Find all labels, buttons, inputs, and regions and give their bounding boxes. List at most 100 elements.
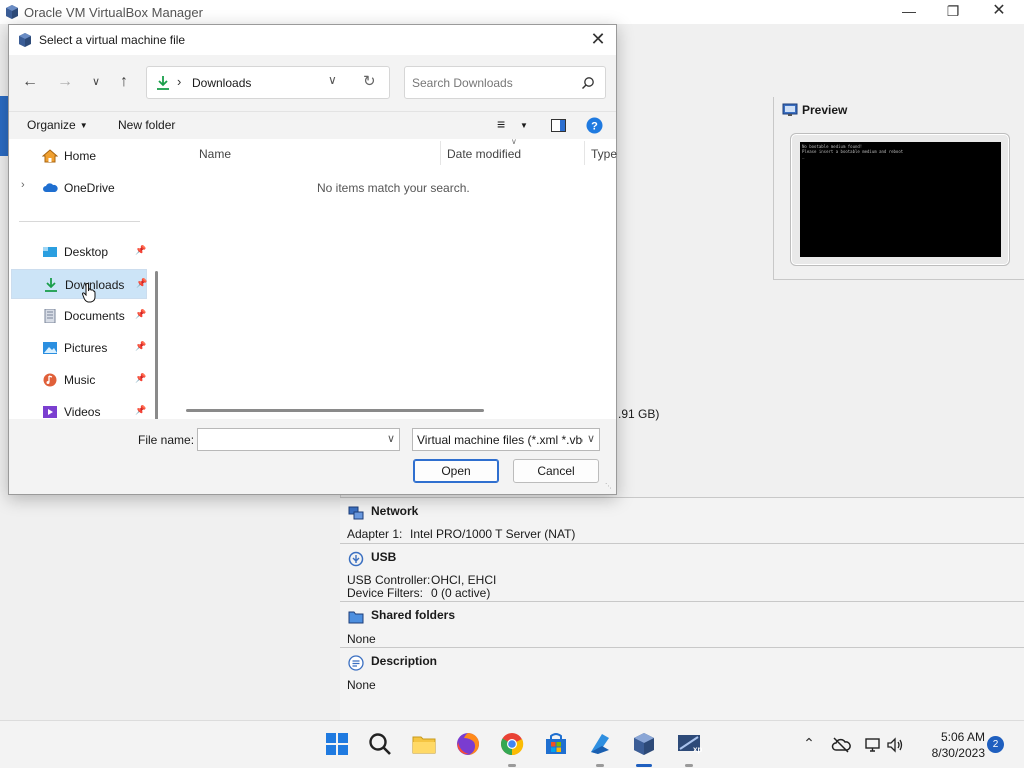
pin-icon[interactable]: 📌 [135, 405, 146, 416]
azure-app-icon[interactable] [586, 730, 614, 758]
usb-section[interactable]: USB USB Controller: OHCI, EHCI Device Fi… [340, 543, 1024, 601]
windows-xp-vm-icon[interactable]: xp [675, 730, 703, 758]
close-button[interactable]: ✕ [976, 0, 1022, 24]
refresh-icon[interactable]: ↻ [363, 72, 376, 90]
preview-pane-icon[interactable] [551, 119, 566, 132]
volume-icon[interactable] [885, 735, 905, 755]
microsoft-store-icon[interactable] [542, 730, 570, 758]
back-arrow-icon[interactable]: ← [19, 72, 41, 94]
chevron-down-icon[interactable]: ∨ [586, 432, 595, 445]
nav-item-downloads[interactable]: Downloads 📌 [11, 269, 147, 299]
virtualbox-taskbar-icon[interactable] [630, 730, 658, 758]
usb-filters-label: Device Filters: [347, 586, 424, 600]
file-type-select[interactable]: Virtual machine files (*.xml *.vbox) ∨ [412, 428, 600, 451]
nav-item-desktop[interactable]: Desktop 📌 [11, 237, 147, 267]
nav-item-onedrive[interactable]: › OneDrive [11, 173, 147, 203]
address-bar[interactable]: › Downloads ∨ ↻ [146, 66, 390, 99]
search-icon[interactable] [366, 730, 394, 758]
show-hidden-icons-chevron-icon[interactable]: ⌃ [799, 735, 819, 755]
column-divider[interactable] [440, 141, 441, 165]
navigation-pane: Home › OneDrive Desktop 📌 Downloads 📌 Do… [9, 139, 166, 419]
dialog-titlebar: Select a virtual machine file ✕ [9, 25, 616, 55]
svg-text:?: ? [591, 121, 598, 133]
nav-item-music[interactable]: Music 📌 [11, 365, 147, 395]
expand-chevron-icon[interactable]: › [21, 179, 25, 191]
file-name-input[interactable] [202, 432, 380, 447]
adapter-label: Adapter 1: [347, 527, 403, 541]
view-options-caret-icon[interactable]: ▼ [520, 121, 528, 130]
usb-controller-label: USB Controller: [347, 573, 431, 587]
pin-icon[interactable]: 📌 [135, 341, 146, 352]
resize-grip-icon[interactable]: ⋱ [605, 483, 613, 491]
shared-folders-title: Shared folders [371, 608, 456, 622]
desktop-icon [43, 247, 57, 257]
active-indicator [636, 764, 652, 767]
column-header-name[interactable]: Name [199, 147, 231, 161]
organize-label: Organize [27, 118, 76, 132]
file-name-combobox[interactable]: ∨ [197, 428, 400, 451]
picture-icon [43, 342, 57, 354]
usb-icon [348, 551, 364, 567]
firefox-icon[interactable] [454, 730, 482, 758]
address-dropdown-icon[interactable]: ∨ [328, 73, 337, 87]
windows-start-icon[interactable] [323, 730, 351, 758]
home-icon [42, 149, 58, 163]
description-value: None [347, 678, 376, 692]
minimize-button[interactable]: — [886, 0, 932, 24]
recent-locations-chevron-icon[interactable]: ∨ [85, 72, 107, 94]
maximize-button[interactable]: ❐ [930, 0, 976, 24]
caret-down-icon: ▼ [79, 121, 88, 130]
network-section[interactable]: Network Adapter 1: Intel PRO/1000 T Serv… [340, 497, 1024, 543]
horizontal-scrollbar[interactable] [186, 409, 484, 412]
vm-list-selection[interactable] [0, 96, 8, 156]
nav-label: Videos [64, 405, 101, 419]
nav-item-documents[interactable]: Documents 📌 [11, 301, 147, 331]
file-explorer-icon[interactable] [410, 730, 438, 758]
open-button[interactable]: Open [413, 459, 499, 483]
help-icon[interactable]: ? [586, 117, 603, 134]
taskbar: xp ⌃ 5:06 AM 8/30/2023 2 [0, 720, 1024, 768]
view-list-icon[interactable]: ≡ [497, 116, 505, 132]
pin-icon[interactable]: 📌 [136, 278, 147, 289]
description-section[interactable]: Description None [340, 647, 1024, 720]
dialog-close-button[interactable]: ✕ [586, 28, 610, 52]
nav-item-pictures[interactable]: Pictures 📌 [11, 333, 147, 363]
notification-badge[interactable]: 2 [987, 736, 1004, 753]
search-box[interactable] [404, 66, 606, 99]
vbox-window-title: Oracle VM VirtualBox Manager [24, 5, 203, 20]
breadcrumb-downloads[interactable]: Downloads [192, 76, 251, 90]
new-folder-button[interactable]: New folder [118, 118, 175, 132]
monitor-icon [782, 103, 798, 116]
search-input[interactable] [412, 74, 572, 92]
vbox-titlebar: Oracle VM VirtualBox Manager — ❐ ✕ [0, 0, 1024, 24]
forward-arrow-icon[interactable]: → [54, 72, 76, 94]
pin-icon[interactable]: 📌 [135, 245, 146, 256]
cancel-button[interactable]: Cancel [513, 459, 599, 483]
pin-icon[interactable]: 📌 [135, 309, 146, 320]
hand-cursor-icon [82, 283, 96, 303]
description-title: Description [371, 654, 438, 668]
clock-date: 8/30/2023 [931, 746, 985, 760]
chrome-icon[interactable] [498, 730, 526, 758]
pin-icon[interactable]: 📌 [135, 373, 146, 384]
svg-text:xp: xp [693, 745, 702, 754]
nav-item-videos[interactable]: Videos 📌 [11, 397, 147, 419]
column-header-type[interactable]: Type [591, 147, 617, 161]
system-clock[interactable]: 5:06 AM 8/30/2023 [915, 729, 985, 761]
network-status-icon[interactable] [863, 735, 883, 755]
onedrive-offline-icon[interactable] [831, 735, 851, 755]
download-icon [45, 278, 57, 292]
nav-scrollbar[interactable] [155, 271, 158, 419]
column-header-date-modified[interactable]: Date modified [447, 147, 521, 161]
search-icon [582, 77, 594, 89]
column-divider[interactable] [584, 141, 585, 165]
up-arrow-icon[interactable]: ↑ [113, 72, 135, 94]
dialog-title: Select a virtual machine file [39, 33, 186, 47]
organize-menu[interactable]: Organize ▼ [27, 118, 88, 132]
nav-item-home[interactable]: Home [11, 141, 147, 171]
nav-label: Documents [64, 309, 125, 323]
shared-folders-section[interactable]: Shared folders None [340, 601, 1024, 647]
usb-controller-value: OHCI, EHCI [431, 573, 497, 587]
chevron-down-icon[interactable]: ∨ [387, 432, 395, 445]
file-list-pane: Name ∨ Date modified Type No items match… [166, 137, 617, 419]
